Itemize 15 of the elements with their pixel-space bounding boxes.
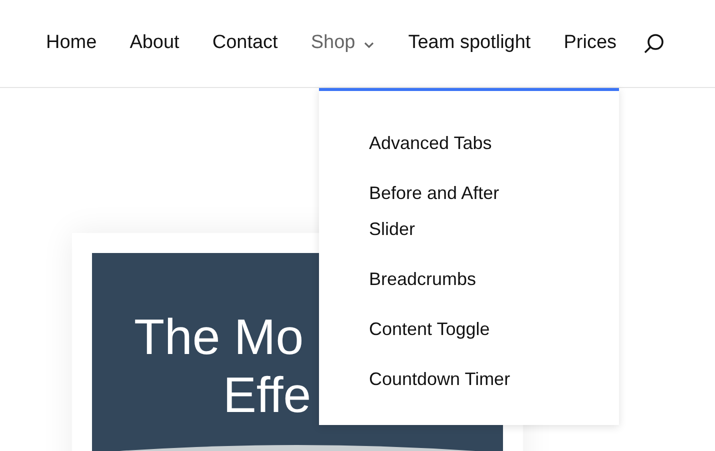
nav-link[interactable]: Shop bbox=[310, 29, 376, 58]
nav-link[interactable]: Contact bbox=[212, 29, 278, 58]
chevron-down-icon bbox=[363, 40, 376, 48]
nav-link[interactable]: Prices bbox=[564, 29, 617, 58]
nav-link[interactable]: About bbox=[130, 29, 180, 58]
dropdown-item[interactable]: Advanced Tabs bbox=[369, 125, 539, 161]
banner-heading-line: Effe bbox=[222, 366, 312, 424]
dropdown-item[interactable]: Before and After Slider bbox=[369, 175, 539, 247]
dropdown-item[interactable]: Breadcrumbs bbox=[369, 261, 539, 297]
banner-heading-line: The Mo bbox=[133, 308, 304, 366]
nav-link[interactable]: Team spotlight bbox=[408, 29, 531, 58]
dropdown-item[interactable]: Countdown Timer bbox=[369, 361, 539, 397]
dropdown-item[interactable]: Content Toggle bbox=[369, 311, 539, 347]
search-button[interactable] bbox=[642, 32, 666, 56]
nav-link[interactable]: Home bbox=[46, 29, 97, 58]
